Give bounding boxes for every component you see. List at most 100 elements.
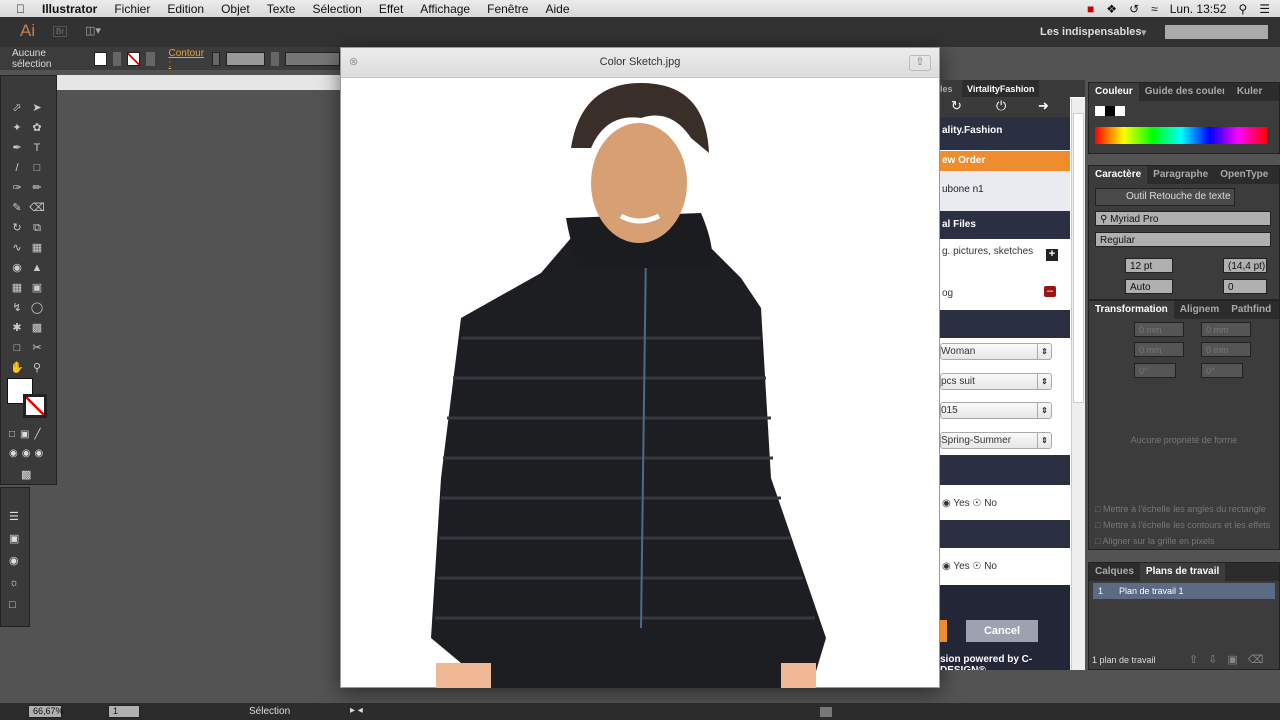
forward-arrow-icon[interactable]: ➜ [1038,98,1049,114]
tab-virtalityfashion[interactable]: VirtalityFashion [962,80,1040,98]
add-file-icon[interactable]: + [1046,249,1058,261]
garment-select[interactable]: pcs suit ⇕ [940,373,1052,390]
tab-kuler[interactable]: Kuler [1231,83,1269,101]
fill-swatch[interactable] [93,51,107,66]
menu-texte[interactable]: Texte [267,2,296,16]
color-swatches[interactable] [1095,106,1125,116]
align-panel-icon[interactable]: ☰ [9,506,29,528]
menu-selection[interactable]: Sélection [312,2,361,16]
stroke-weight-dropdown[interactable] [270,51,279,66]
yes-no-radio-2[interactable]: ◉ Yes ☉ No [940,561,1070,572]
remove-file-icon[interactable]: – [1044,286,1056,297]
blend-tool-icon[interactable]: ◯ [28,300,46,316]
scale-tool-icon[interactable]: ⧉ [28,220,46,236]
screen-mode-icon[interactable]: ▩ [21,468,31,481]
type-tool-icon[interactable]: T [28,140,46,156]
close-icon[interactable]: ⊗ [349,48,358,76]
cancel-button[interactable]: Cancel [966,620,1038,642]
shape-builder-icon[interactable]: ◉ [8,260,26,276]
stroke-label[interactable]: Contour : [169,48,207,70]
season-select[interactable]: Spring-Summer ⇕ [940,432,1052,449]
shear-input[interactable]: 0° [1201,363,1243,378]
power-icon[interactable]: ⏻ [996,98,1006,114]
tab-couleur[interactable]: Couleur [1089,83,1139,101]
eyedropper-icon[interactable]: ↯ [8,300,26,316]
x-input[interactable]: 0 mm [1134,322,1184,337]
symbols-panel-icon[interactable]: ☼ [9,572,29,594]
submit-button[interactable] [940,620,947,642]
color-spectrum[interactable] [1095,127,1267,144]
tracking-input[interactable]: 0 [1223,279,1267,294]
new-order-button[interactable]: ew Order [940,151,1070,171]
font-style-input[interactable]: Regular [1095,232,1271,247]
lasso-icon[interactable]: ✿ [28,120,46,136]
color-mode-buttons[interactable]: □▣╱ [9,429,46,440]
stroke-stepper[interactable] [212,51,220,66]
pencil-tool-icon[interactable]: ✏ [28,180,46,196]
gradient-tool-icon[interactable]: ▣ [28,280,46,296]
tab-plans-de-travail[interactable]: Plans de travail [1139,563,1226,581]
pen-tool-icon[interactable]: ✒ [8,140,26,156]
apple-menu-icon[interactable]:  [16,2,25,16]
align-pixel-grid-checkbox[interactable]: □ Aligner sur la grille en pixels [1095,536,1215,546]
mesh-tool-icon[interactable]: ▦ [8,280,26,296]
stroke-weight-input[interactable] [225,51,265,66]
fill-dropdown[interactable] [112,51,122,66]
menu-edition[interactable]: Edition [167,2,204,16]
tab-transformation[interactable]: Transformation [1089,301,1174,319]
hand-tool-icon[interactable]: ✋ [8,360,26,376]
yes-no-radio-1[interactable]: ◉ Yes ☉ No [940,498,1070,509]
gradient-panel-icon[interactable]: ▣ [9,528,29,550]
menu-objet[interactable]: Objet [221,2,250,16]
stroke-swatch[interactable] [127,51,141,66]
workspace-switcher[interactable]: Les indispensables [1040,26,1141,38]
menu-app[interactable]: Illustrator [42,2,97,16]
scale-strokes-checkbox[interactable]: □ Mettre à l'échelle les contours et les… [1095,520,1270,530]
eraser-icon[interactable]: ⌫ [28,200,46,216]
warp-tool-icon[interactable]: ∿ [8,240,26,256]
notification-icon[interactable]: ☰ [1259,2,1270,16]
time-machine-icon[interactable]: ↺ [1129,2,1139,16]
menu-fenetre[interactable]: Fenêtre [487,2,528,16]
artboard-actions[interactable]: ⇧⇩▣⌫ [1189,653,1273,666]
free-transform-icon[interactable]: ▦ [28,240,46,256]
extension-scrollbar[interactable] [1071,98,1085,670]
tab-alignement[interactable]: Alignem [1174,301,1225,319]
font-family-input[interactable]: ⚲ Myriad Pro [1095,211,1271,226]
graph-tool-icon[interactable]: ▩ [28,320,46,336]
app-status-icon[interactable]: ■ [1087,2,1094,16]
horizontal-scrollbar[interactable] [820,707,832,717]
rotate-tool-icon[interactable]: ↻ [8,220,26,236]
line-tool-icon[interactable]: / [8,160,26,176]
menu-affichage[interactable]: Affichage [420,2,470,16]
slice-tool-icon[interactable]: ✂ [28,340,46,356]
h-input[interactable]: 0 mm [1201,342,1251,357]
artboard-number-input[interactable]: 1 [108,705,140,718]
tab-paragraphe[interactable]: Paragraphe [1147,166,1214,184]
tab-calques[interactable]: Calques [1089,563,1140,581]
y-input[interactable]: 0 mm [1134,342,1184,357]
appearance-panel-icon[interactable]: ◉ [9,550,29,572]
rectangle-tool-icon[interactable]: □ [28,160,46,176]
bridge-button[interactable]: Br [53,26,67,37]
dropbox-icon[interactable]: ❖ [1106,2,1117,16]
menu-aide[interactable]: Aide [545,2,569,16]
drawing-mode-buttons[interactable]: ◉◉◉ [9,448,47,459]
menu-effet[interactable]: Effet [379,2,403,16]
variable-width-field[interactable] [284,51,341,66]
export-panel-icon[interactable]: □ [9,594,29,616]
zoom-tool-icon[interactable]: ⚲ [28,360,46,376]
artboard-tool-icon[interactable]: □ [8,340,26,356]
blob-brush-icon[interactable]: ✎ [8,200,26,216]
share-icon[interactable]: ⇧ [909,55,931,71]
leading-input[interactable]: (14,4 pt) [1223,258,1267,273]
spotlight-icon[interactable]: ⚲ [1238,2,1247,16]
selection-tool-icon[interactable]: ⬀ [8,100,26,116]
year-select[interactable]: 015 ⇕ [940,402,1052,419]
stroke-dropdown[interactable] [146,51,155,66]
document-tab-bar[interactable] [57,75,340,90]
tab-pathfinder[interactable]: Pathfind [1225,301,1277,319]
font-size-input[interactable]: 12 pt [1125,258,1173,273]
menu-fichier[interactable]: Fichier [114,2,150,16]
stroke-color-box[interactable] [23,394,47,418]
